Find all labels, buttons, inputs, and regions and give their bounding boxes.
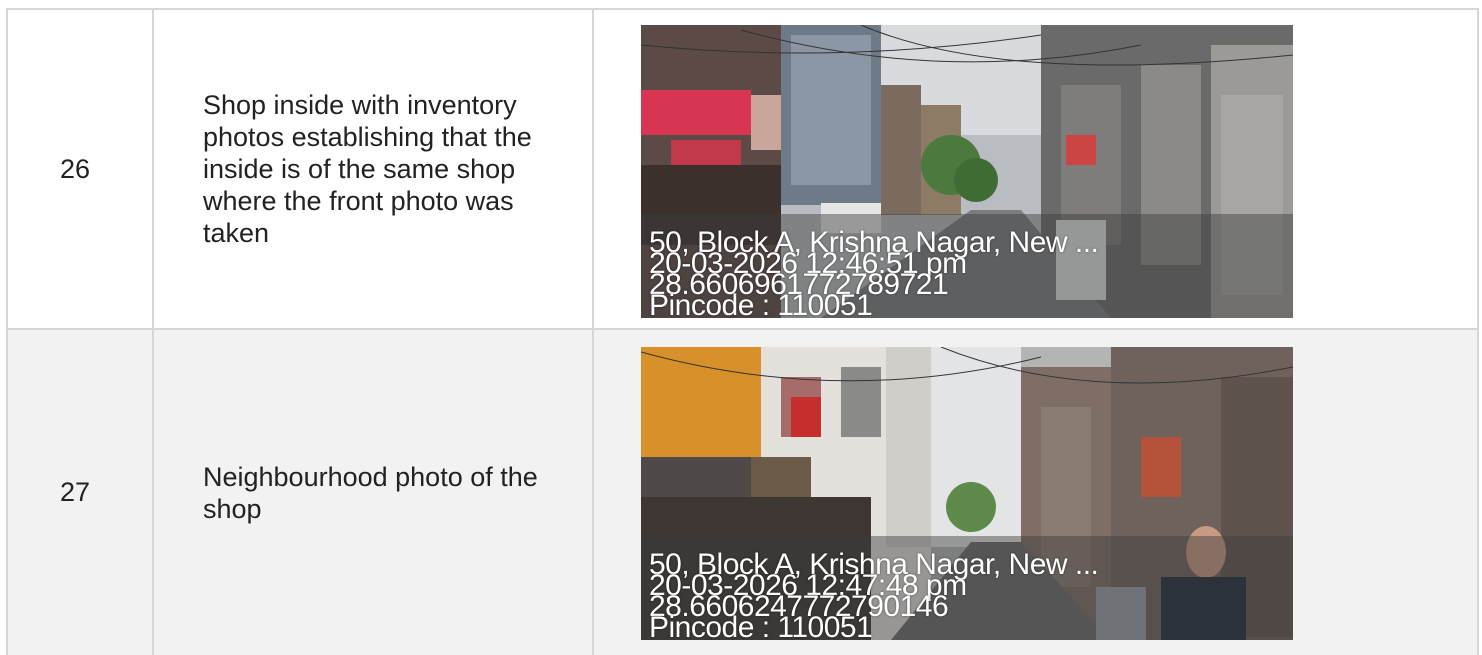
photo-cell: 50, Block A, Krishna Nagar, New ... 20-0… (594, 10, 1479, 328)
row-description: Neighbourhood photo of the shop (154, 330, 594, 655)
geotag-stamp: 50, Block A, Krishna Nagar, New ... 20-0… (649, 228, 1099, 319)
row-number: 27 (6, 330, 154, 655)
table-row: 27 Neighbourhood photo of the shop 50, B… (6, 328, 1479, 655)
street-photo[interactable]: 50, Block A, Krishna Nagar, New ... 20-0… (641, 347, 1293, 640)
photo-cell: 50, Block A, Krishna Nagar, New ... 20-0… (594, 330, 1479, 655)
table-row: 26 Shop inside with inventory photos est… (6, 8, 1479, 328)
row-description: Shop inside with inventory photos establ… (154, 10, 594, 328)
geotag-stamp: 50, Block A, Krishna Nagar, New ... 20-0… (649, 550, 1099, 641)
street-photo[interactable]: 50, Block A, Krishna Nagar, New ... 20-0… (641, 25, 1293, 318)
row-number: 26 (6, 10, 154, 328)
